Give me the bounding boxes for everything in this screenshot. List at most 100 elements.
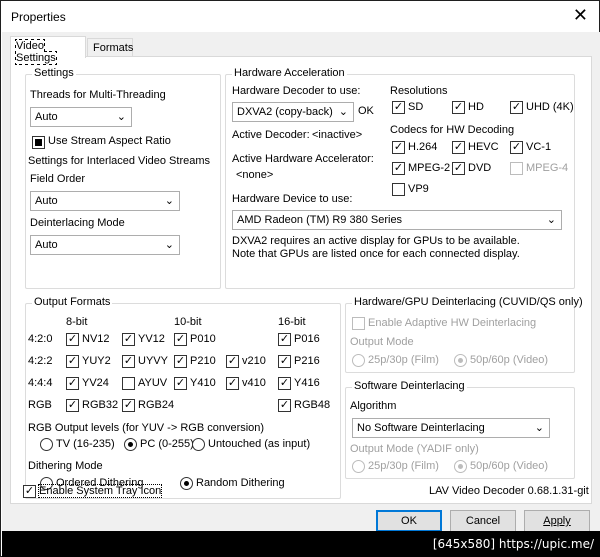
codec-dvd-checkbox[interactable]: ✓ <box>452 162 465 175</box>
bit8-header: 8-bit <box>66 316 88 328</box>
fmt-yv12-label: YV12 <box>138 333 165 345</box>
dxva-note-line2: Note that GPUs are listed once for each … <box>232 248 520 260</box>
codec-vp9-checkbox[interactable] <box>392 183 405 196</box>
res-uhd-label: UHD (4K) <box>526 101 574 113</box>
dither-random-radio[interactable] <box>180 477 193 490</box>
deint-mode-select[interactable]: Auto ⌄ <box>30 235 180 255</box>
fmt-nv12-checkbox[interactable]: ✓ <box>66 333 79 346</box>
stream-aspect-checkbox[interactable] <box>32 136 45 149</box>
tab-formats[interactable]: Formats <box>87 38 133 58</box>
fmt-v410-checkbox[interactable]: ✓ <box>226 377 239 390</box>
watermark-bar: [645x580] https://upic.me/ <box>2 531 600 557</box>
hw-deint-group: Hardware/GPU Deinterlacing (CUVID/QS onl… <box>345 296 585 373</box>
dxva-note-line1: DXVA2 requires an active display for GPU… <box>232 235 520 247</box>
fmt-p210-checkbox[interactable]: ✓ <box>174 355 187 368</box>
fmt-p216-checkbox[interactable]: ✓ <box>278 355 291 368</box>
row-420-label: 4:2:0 <box>28 333 53 345</box>
fmt-uyvy-checkbox[interactable]: ✓ <box>122 355 135 368</box>
close-icon[interactable]: ✕ <box>573 5 588 26</box>
hw-deint-label: Hardware/GPU Deinterlacing (CUVID/QS onl… <box>352 296 585 308</box>
res-hd-label: HD <box>468 101 484 113</box>
window-title: Properties <box>11 10 66 24</box>
fmt-p010-checkbox[interactable]: ✓ <box>174 333 187 346</box>
stream-aspect-label: Use Stream Aspect Ratio <box>48 135 171 147</box>
fmt-yuy2-checkbox[interactable]: ✓ <box>66 355 79 368</box>
active-accel-value: <none> <box>236 169 274 181</box>
hw-mode-video-label: 50p/60p (Video) <box>470 354 549 366</box>
fmt-ayuv-checkbox[interactable] <box>122 377 135 390</box>
fmt-p216-label: P216 <box>294 355 320 367</box>
level-tv-label: TV (16-235) <box>56 438 115 450</box>
codec-h264-label: H.264 <box>408 141 438 153</box>
fmt-p016-label: P016 <box>294 333 320 345</box>
field-order-select[interactable]: Auto ⌄ <box>30 191 180 211</box>
hw-mode-video-radio[interactable] <box>454 354 467 367</box>
chevron-down-icon: ⌄ <box>116 111 126 123</box>
codec-mpeg2-label: MPEG-2 <box>408 162 451 174</box>
output-formats-group: Output Formats 8-bit 10-bit 16-bit 4:2:0… <box>25 296 341 499</box>
sw-mode-film-radio[interactable] <box>352 460 365 473</box>
res-uhd-checkbox[interactable]: ✓ <box>510 101 523 114</box>
fmt-rgb48-checkbox[interactable]: ✓ <box>278 399 291 412</box>
sw-deint-label: Software Deinterlacing <box>352 380 467 392</box>
chevron-down-icon: ⌄ <box>338 106 348 118</box>
fmt-rgb24-label: RGB24 <box>138 399 175 411</box>
algorithm-select[interactable]: No Software Deinterlacing ⌄ <box>352 418 550 438</box>
level-tv-radio[interactable] <box>40 438 53 451</box>
settings-group: Settings Threads for Multi-Threading Aut… <box>25 67 221 289</box>
codec-vc1-checkbox[interactable]: ✓ <box>510 141 523 154</box>
sw-mode-video-radio[interactable] <box>454 460 467 473</box>
codec-dvd-label: DVD <box>468 162 492 174</box>
fmt-p210-label: P210 <box>190 355 216 367</box>
res-hd-checkbox[interactable]: ✓ <box>452 101 465 114</box>
codec-vc1-label: VC-1 <box>526 141 552 153</box>
fmt-rgb24-checkbox[interactable]: ✓ <box>122 399 135 412</box>
fmt-y416-checkbox[interactable]: ✓ <box>278 377 291 390</box>
level-untouched-radio[interactable] <box>192 438 205 451</box>
fmt-rgb32-checkbox[interactable]: ✓ <box>66 399 79 412</box>
tab-panel: Settings Threads for Multi-Threading Aut… <box>10 56 592 504</box>
level-pc-radio[interactable] <box>124 438 137 451</box>
interlaced-settings-label: Settings for Interlaced Video Streams <box>28 155 211 167</box>
codec-hevc-checkbox[interactable]: ✓ <box>452 141 465 154</box>
codecs-label: Codecs for HW Decoding <box>390 124 515 136</box>
version-label: LAV Video Decoder 0.68.1.31-git <box>429 485 589 497</box>
codec-mpeg2-checkbox[interactable]: ✓ <box>392 162 405 175</box>
algorithm-label: Algorithm <box>350 400 397 412</box>
fmt-v210-checkbox[interactable]: ✓ <box>226 355 239 368</box>
fmt-yv24-checkbox[interactable]: ✓ <box>66 377 79 390</box>
fmt-p016-checkbox[interactable]: ✓ <box>278 333 291 346</box>
codec-h264-checkbox[interactable]: ✓ <box>392 141 405 154</box>
res-sd-checkbox[interactable]: ✓ <box>392 101 405 114</box>
chevron-down-icon: ⌄ <box>534 422 544 434</box>
fmt-yuy2-label: YUY2 <box>82 355 111 367</box>
cancel-button[interactable]: Cancel <box>450 510 516 532</box>
codec-mpeg4-checkbox[interactable] <box>510 162 523 175</box>
hw-mode-film-radio[interactable] <box>352 354 365 367</box>
apply-button[interactable]: Apply <box>524 510 590 532</box>
active-accel-label: Active Hardware Accelerator: <box>232 153 374 165</box>
hw-decoder-select[interactable]: DXVA2 (copy-back) ⌄ <box>232 102 354 122</box>
tray-icon-checkbox[interactable]: ✓ <box>23 485 36 498</box>
fmt-yv12-checkbox[interactable]: ✓ <box>122 333 135 346</box>
fmt-p010-label: P010 <box>190 333 216 345</box>
level-pc-label: PC (0-255) <box>140 438 194 450</box>
adaptive-hw-deint-checkbox[interactable] <box>352 317 365 330</box>
chevron-down-icon: ⌄ <box>164 239 174 251</box>
codec-mpeg4-label: MPEG-4 <box>526 162 569 174</box>
fmt-y410-label: Y410 <box>190 377 216 389</box>
tab-video-settings[interactable]: Video Settings <box>10 36 86 65</box>
threads-select[interactable]: Auto ⌄ <box>30 107 132 127</box>
sw-deint-group: Software Deinterlacing Algorithm No Soft… <box>345 380 575 479</box>
properties-window: Properties ✕ Video Settings Formats Sett… <box>0 0 600 557</box>
hw-device-select[interactable]: AMD Radeon (TM) R9 380 Series ⌄ <box>232 210 562 230</box>
fmt-v210-label: v210 <box>242 355 266 367</box>
rgb-levels-label: RGB Output levels (for YUV -> RGB conver… <box>28 422 265 434</box>
settings-group-label: Settings <box>32 67 76 79</box>
output-formats-label: Output Formats <box>32 296 113 308</box>
hw-decoder-label: Hardware Decoder to use: <box>232 85 361 97</box>
watermark-text: [645x580] https://upic.me/ <box>432 537 594 551</box>
field-order-label: Field Order <box>30 173 86 185</box>
ok-button[interactable]: OK <box>376 510 442 532</box>
fmt-y410-checkbox[interactable]: ✓ <box>174 377 187 390</box>
